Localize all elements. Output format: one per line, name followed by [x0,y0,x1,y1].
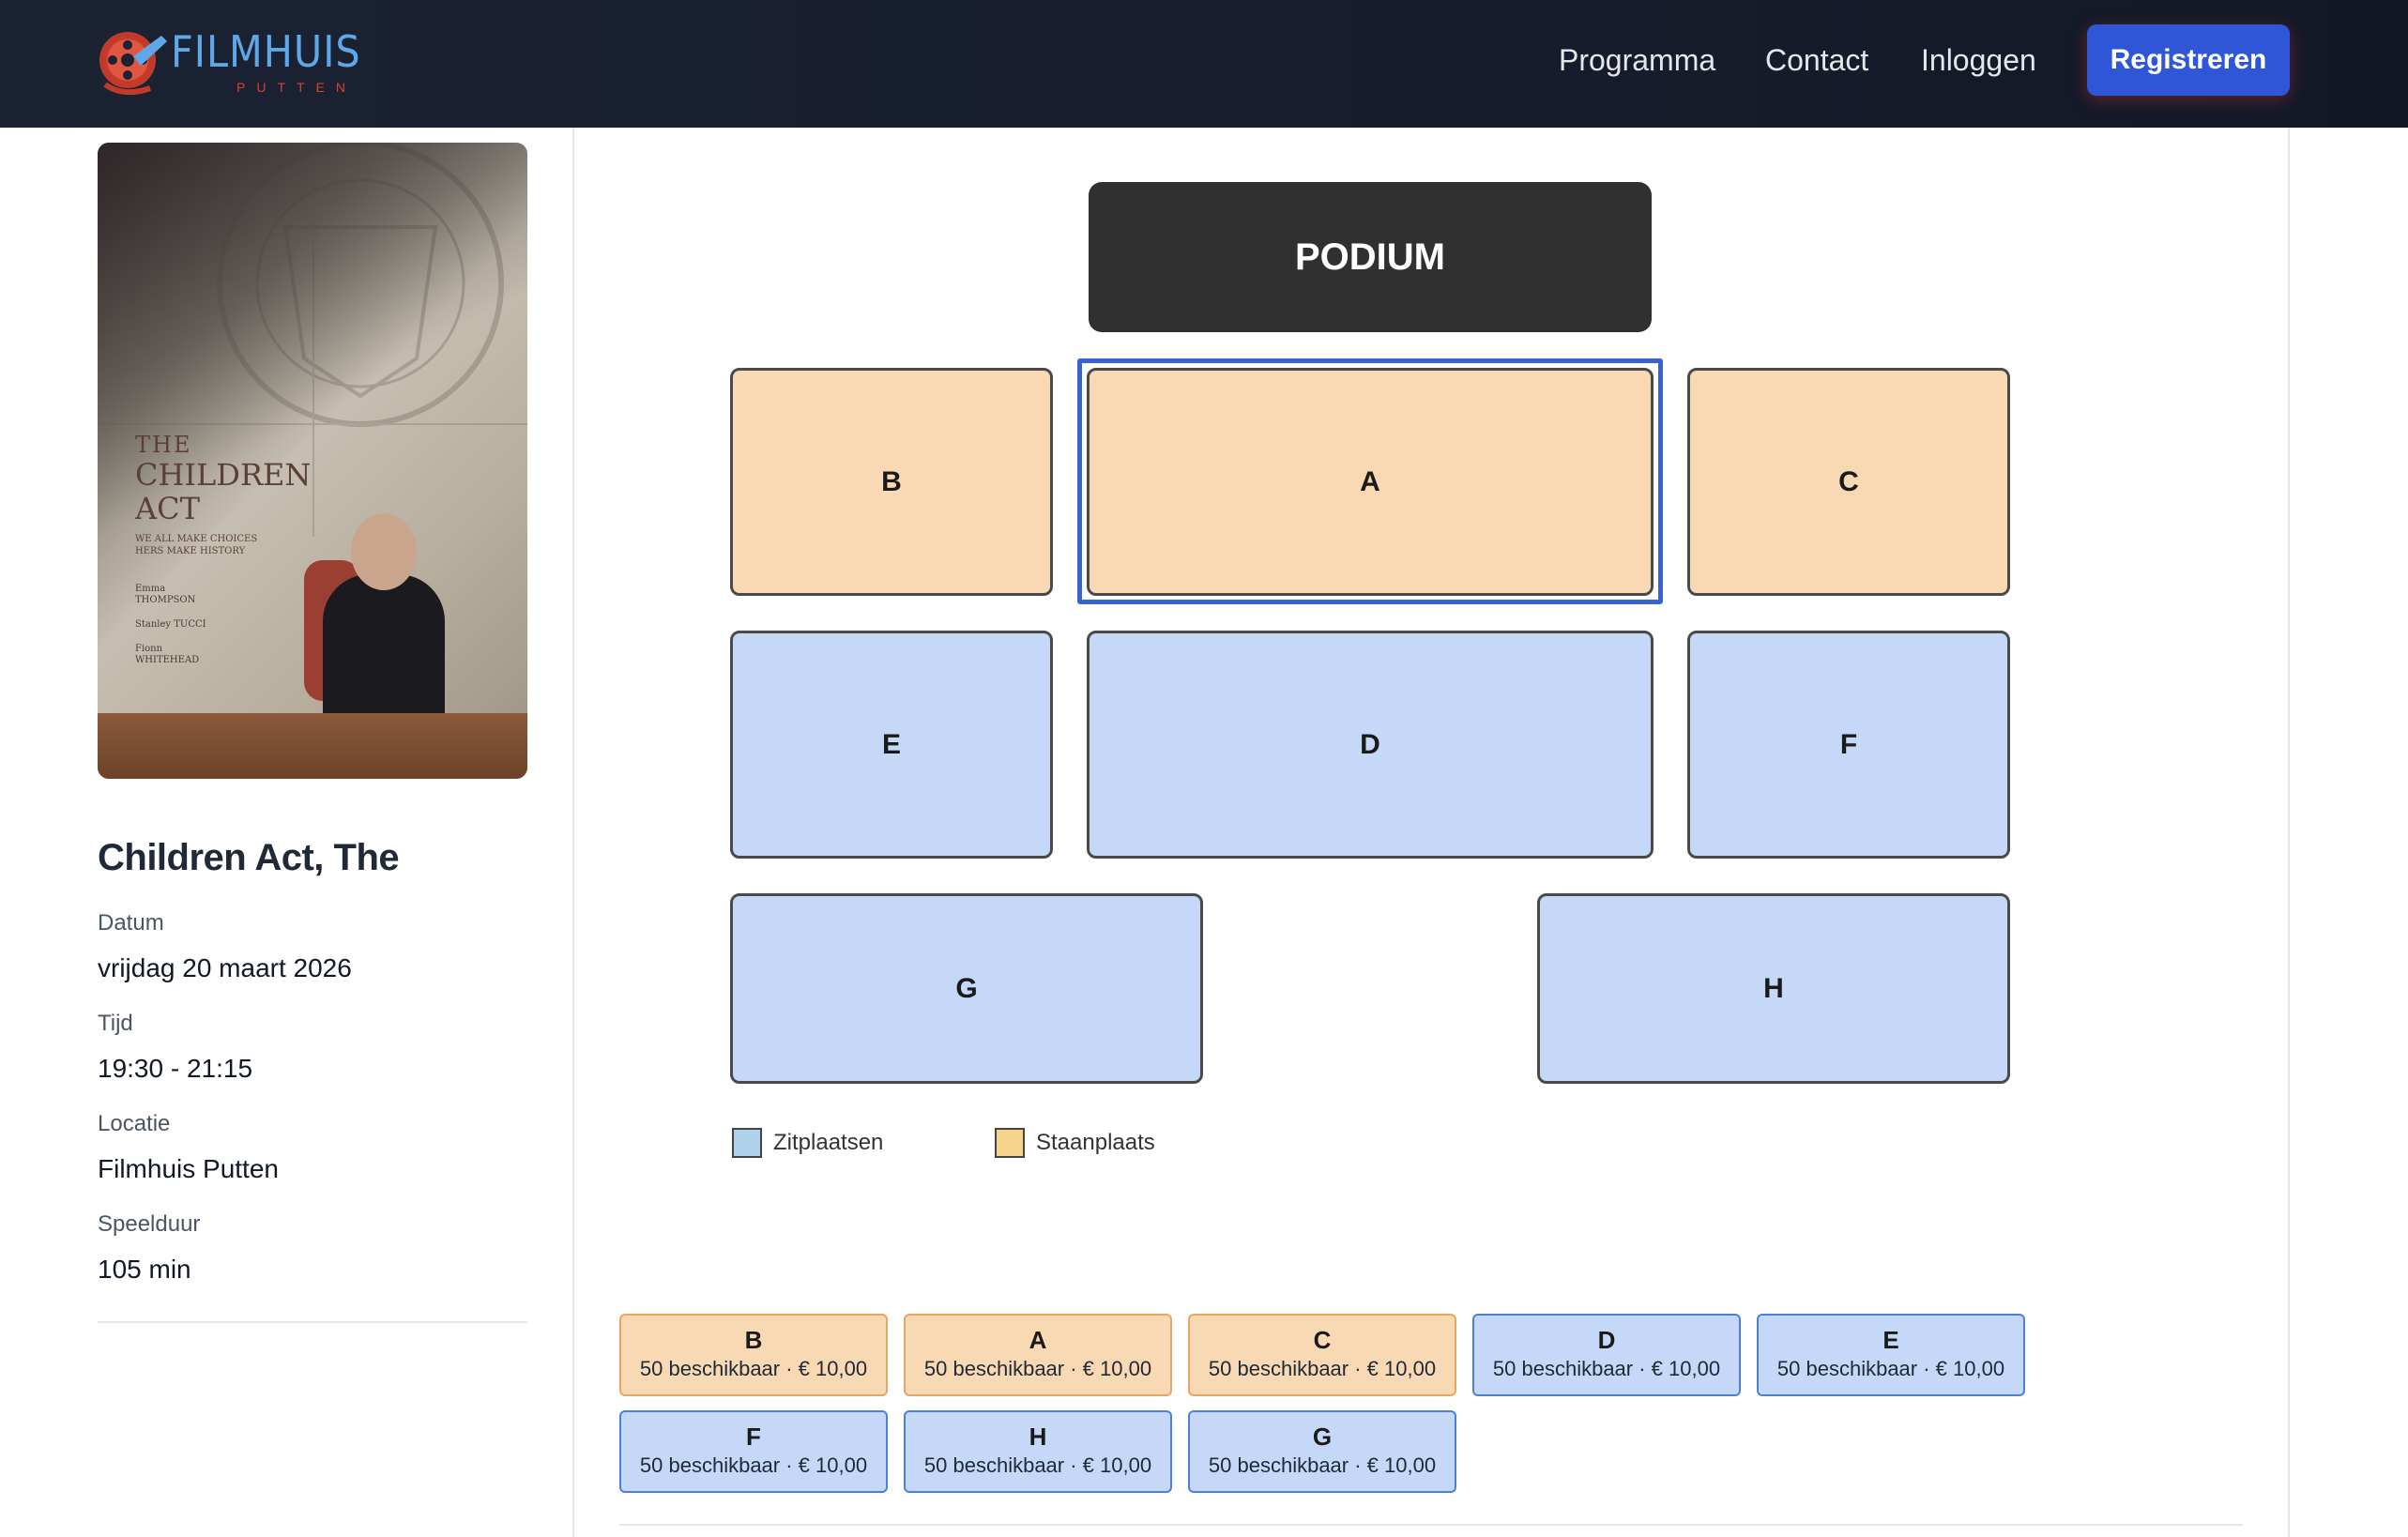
register-button[interactable]: Registreren [2087,24,2290,96]
section-a[interactable]: A [1087,368,1654,596]
logo-subtext: PUTTEN [236,80,357,95]
ticket-name: H [1029,1423,1047,1451]
ticket-option-e[interactable]: E 50 beschikbaar · € 10,00 [1757,1314,2025,1396]
ticket-name: D [1597,1326,1616,1354]
ticket-option-a[interactable]: A 50 beschikbaar · € 10,00 [904,1314,1172,1396]
ticket-info: 50 beschikbaar · € 10,00 [1776,1357,2005,1380]
section-d[interactable]: D [1087,631,1654,859]
section-f[interactable]: F [1687,631,2010,859]
film-reel-icon [99,32,167,96]
ticket-info: 50 beschikbaar · € 10,00 [1492,1357,1721,1380]
nav-programma[interactable]: Programma [1559,41,1715,79]
ticket-option-c[interactable]: C 50 beschikbaar · € 10,00 [1188,1314,1456,1396]
date-label: Datum [98,910,164,936]
poster-title: THE CHILDREN ACT WE ALL MAKE CHOICES HER… [135,434,311,557]
time-label: Tijd [98,1011,133,1036]
ticket-option-f[interactable]: F 50 beschikbaar · € 10,00 [619,1410,888,1493]
ticket-option-b[interactable]: B 50 beschikbaar · € 10,00 [619,1314,888,1396]
poster-title-the: THE [135,432,192,458]
ticket-info: 50 beschikbaar · € 10,00 [1208,1357,1437,1380]
sidebar-divider-line [98,1321,527,1323]
sidebar-divider [572,128,574,1537]
legend-standing-label: Staanplaats [1036,1130,1155,1155]
time-value: 19:30 - 21:15 [98,1054,253,1083]
ticket-info: 50 beschikbaar · € 10,00 [923,1357,1152,1380]
poster-cast-3: Fionn WHITEHEAD [135,644,200,665]
ticket-option-d[interactable]: D 50 beschikbaar · € 10,00 [1472,1314,1741,1396]
content-right-border [2288,128,2290,1537]
nav-inloggen[interactable]: Inloggen [1921,41,2036,79]
ticket-info: 50 beschikbaar · € 10,00 [639,1357,868,1380]
content-bottom-divider [619,1524,2243,1526]
ticket-name: B [744,1326,763,1354]
filmhuis-logo[interactable]: FILMHUIS PUTTEN [96,19,360,99]
section-b[interactable]: B [730,368,1053,596]
ticket-info: 50 beschikbaar · € 10,00 [639,1453,868,1477]
location-value: Filmhuis Putten [98,1154,279,1183]
ticket-info: 50 beschikbaar · € 10,00 [1208,1453,1437,1477]
ticket-name: A [1029,1326,1047,1354]
section-h[interactable]: H [1537,893,2010,1084]
film-poster: THE CHILDREN ACT WE ALL MAKE CHOICES HER… [98,143,527,779]
top-navbar: FILMHUIS PUTTEN Programma Contact Inlogg… [0,0,2408,128]
nav-contact[interactable]: Contact [1765,41,1868,79]
legend-seated-label: Zitplaatsen [773,1130,884,1155]
ticket-option-h[interactable]: H 50 beschikbaar · € 10,00 [904,1410,1172,1493]
podium: PODIUM [1089,182,1652,332]
ticket-name: G [1312,1423,1333,1451]
ticket-info: 50 beschikbaar · € 10,00 [923,1453,1152,1477]
poster-desk [98,713,527,779]
ticket-name: F [746,1423,761,1451]
poster-figure [323,574,445,734]
poster-title-children: CHILDREN [135,457,312,493]
poster-cast-1: Emma THOMPSON [135,584,196,605]
location-label: Locatie [98,1111,171,1136]
section-g[interactable]: G [730,893,1203,1084]
poster-title-act: ACT [135,491,200,526]
date-value: vrijdag 20 maart 2026 [98,953,352,982]
legend-standing-swatch [995,1128,1025,1158]
poster-tagline: WE ALL MAKE CHOICES HERS MAKE HISTORY [135,534,258,556]
poster-head [351,513,417,590]
poster-cast-2: Stanley TUCCI [135,619,206,630]
logo-text: FILMHUIS [171,26,361,77]
ticket-option-g[interactable]: G 50 beschikbaar · € 10,00 [1188,1410,1456,1493]
section-e[interactable]: E [730,631,1053,859]
section-c[interactable]: C [1687,368,2010,596]
ticket-name: E [1882,1326,1899,1354]
duration-value: 105 min [98,1255,191,1284]
ticket-name: C [1313,1326,1332,1354]
legend-seated-swatch [732,1128,762,1158]
film-title: Children Act, The [98,837,400,878]
duration-label: Speelduur [98,1211,201,1237]
poster-cast: Emma THOMPSON Stanley TUCCI Fionn WHITEH… [135,584,210,666]
